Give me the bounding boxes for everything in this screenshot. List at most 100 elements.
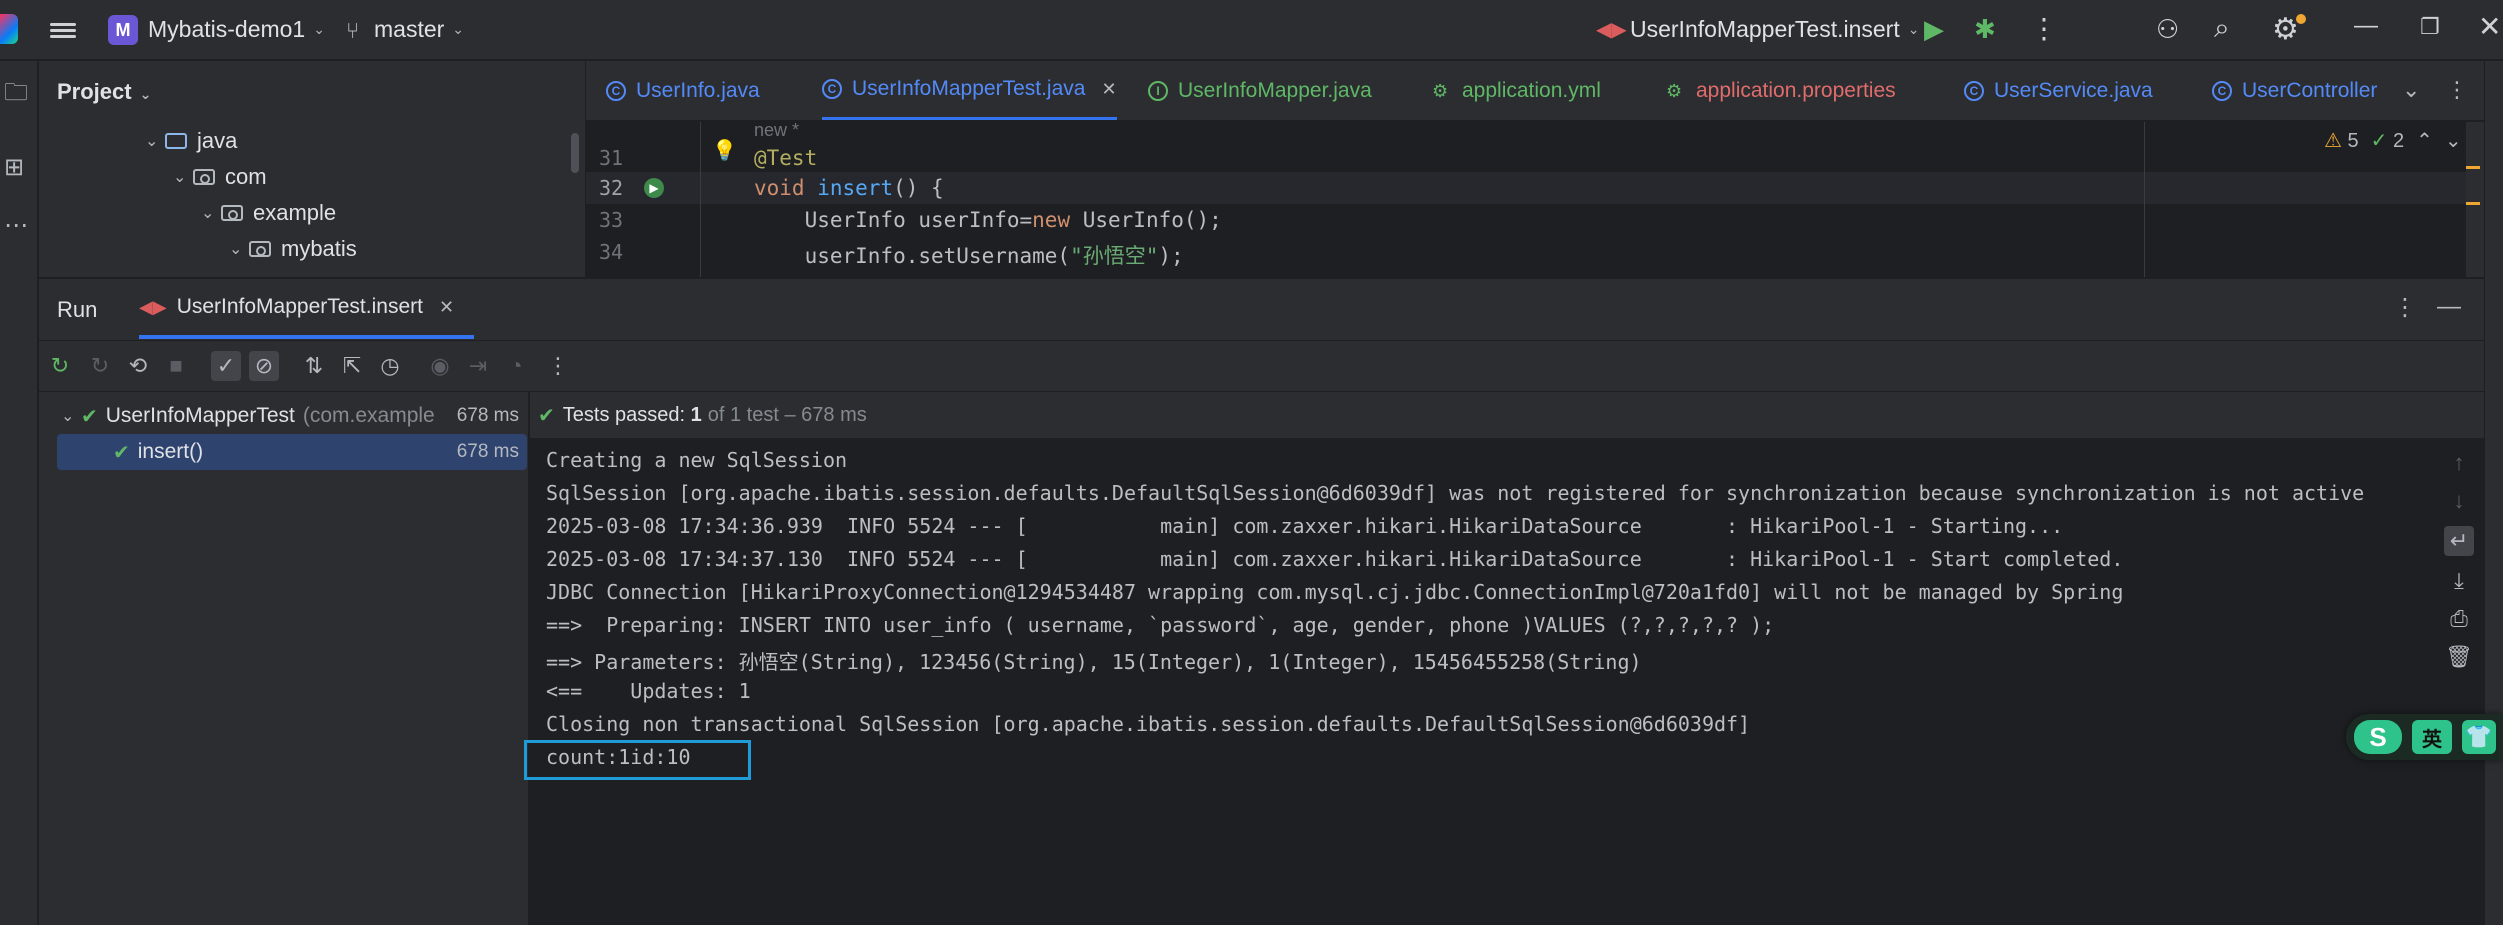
- main-menu-icon[interactable]: [50, 18, 80, 42]
- tab-application-properties[interactable]: ⚙ application.properties: [1666, 61, 1896, 120]
- arrow-down-icon[interactable]: ↓: [2444, 486, 2474, 516]
- history-icon[interactable]: ◷: [375, 351, 405, 381]
- run-test-gutter-icon[interactable]: ▶: [644, 178, 664, 198]
- tab-userinfomappertest-java[interactable]: C UserInfoMapperTest.java ✕: [822, 61, 1117, 120]
- ime-toolbar[interactable]: S 英 👕: [2346, 714, 2503, 760]
- package-icon: [193, 169, 215, 185]
- check-icon: ✓: [2370, 130, 2388, 152]
- console-line: 2025-03-08 17:34:37.130 INFO 5524 --- [ …: [546, 547, 2124, 571]
- toggle-auto-test-icon[interactable]: ⟲: [123, 351, 153, 381]
- stop-icon[interactable]: ■: [161, 351, 191, 381]
- show-passed-icon[interactable]: ✓: [211, 351, 241, 381]
- code-line: @Test: [754, 146, 818, 170]
- hide-panel-icon[interactable]: —: [2437, 293, 2461, 321]
- test-class-row[interactable]: ⌄ ✔ UserInfoMapperTest (com.example 678 …: [57, 398, 527, 434]
- run-icon[interactable]: ▶: [1924, 14, 1944, 45]
- more-tools-icon[interactable]: ⋯: [4, 211, 28, 240]
- console-line: Creating a new SqlSession: [546, 448, 848, 472]
- coverage-icon[interactable]: ◔: [501, 351, 531, 381]
- tree-item-java[interactable]: ⌄ java: [145, 123, 237, 159]
- scroll-to-end-icon[interactable]: ⤓: [2444, 566, 2474, 596]
- check-icon: ✔: [113, 441, 130, 464]
- project-scrollbar[interactable]: [571, 133, 579, 173]
- more-icon[interactable]: ⋮: [2393, 293, 2417, 322]
- trash-icon[interactable]: 🗑: [2444, 642, 2474, 672]
- check-icon: ✔: [538, 404, 555, 427]
- branch-selector[interactable]: master ⌄: [374, 16, 464, 43]
- project-panel-title[interactable]: Project ⌄: [57, 79, 151, 105]
- code-editor[interactable]: new * 💡 ▶ 31 32 33 34 @Test void insert(…: [586, 122, 2484, 277]
- warning-icon: ⚠: [2324, 130, 2342, 152]
- collapse-icon[interactable]: ⇱: [337, 351, 367, 381]
- sogou-logo-icon[interactable]: S: [2354, 720, 2402, 754]
- lightbulb-icon[interactable]: 💡: [712, 138, 737, 163]
- print-icon[interactable]: ⎙: [2444, 604, 2474, 634]
- restore-icon[interactable]: ❐: [2420, 14, 2440, 40]
- debug-icon[interactable]: ✱: [1974, 14, 1996, 45]
- tree-item-mybatis[interactable]: ⌄ mybatis: [229, 231, 357, 267]
- ime-skin-icon[interactable]: 👕: [2462, 720, 2496, 754]
- rerun-failed-icon[interactable]: ↻: [85, 351, 115, 381]
- structure-icon[interactable]: ⊞: [4, 153, 24, 182]
- console-line: ==> Preparing: INSERT INTO user_info ( u…: [546, 613, 1775, 637]
- code-with-me-icon[interactable]: ⚇: [2156, 14, 2179, 45]
- code-line: void insert() {: [754, 176, 944, 200]
- branch-name: master: [374, 16, 445, 42]
- chevron-down-icon: ⌄: [452, 21, 465, 37]
- console-side-toolbar: ↑ ↓ ↵ ⤓ ⎙ 🗑: [2430, 438, 2484, 925]
- git-branch-icon: ⑂: [346, 18, 360, 43]
- chevron-down-icon: ⌄: [173, 169, 187, 186]
- package-icon: [221, 205, 243, 221]
- chevron-down-icon: ⌄: [229, 241, 243, 258]
- show-ignored-icon[interactable]: ⊘: [249, 351, 279, 381]
- class-icon: C: [822, 79, 842, 99]
- project-name: Mybatis-demo1: [148, 16, 306, 42]
- chevron-up-icon[interactable]: ⌃: [2416, 128, 2433, 153]
- run-tool-header: Run ◀▶ UserInfoMapperTest.insert ✕ ⋮ —: [39, 278, 2484, 340]
- import-icon[interactable]: ⇥: [463, 351, 493, 381]
- close-icon[interactable]: ✕: [2478, 10, 2501, 43]
- folder-icon[interactable]: 🗀: [4, 75, 28, 116]
- close-tab-icon[interactable]: ✕: [439, 297, 454, 318]
- screenshot-icon[interactable]: ◉: [425, 351, 455, 381]
- check-icon: ✔: [81, 405, 98, 428]
- tabs-dropdown-icon[interactable]: ⌄: [2402, 77, 2420, 103]
- more-icon[interactable]: ⋮: [2030, 12, 2058, 45]
- tab-application-yml[interactable]: ⚙ application.yml: [1432, 61, 1601, 120]
- arrow-up-icon[interactable]: ↑: [2444, 448, 2474, 478]
- line-number: 31: [598, 146, 624, 170]
- notification-dot: [2296, 14, 2306, 24]
- junit-icon: ◀▶: [139, 296, 167, 317]
- close-tab-icon[interactable]: ✕: [1101, 79, 1116, 100]
- gear-icon[interactable]: ⚙: [2272, 12, 2299, 47]
- ime-language-toggle[interactable]: 英: [2412, 720, 2452, 754]
- run-config-name: UserInfoMapperTest.insert: [1630, 16, 1900, 42]
- tab-userservice-java[interactable]: C UserService.java: [1964, 61, 2153, 120]
- editor-tabs: C UserInfo.java C UserInfoMapperTest.jav…: [586, 61, 2484, 121]
- minimize-icon[interactable]: —: [2354, 12, 2378, 40]
- chevron-down-icon[interactable]: ⌄: [2445, 128, 2462, 153]
- run-tab[interactable]: ◀▶ UserInfoMapperTest.insert ✕: [139, 279, 475, 339]
- sort-icon[interactable]: ⇅: [299, 351, 329, 381]
- run-title: Run: [57, 297, 98, 322]
- tree-item-com[interactable]: ⌄ com: [173, 159, 267, 195]
- search-icon[interactable]: ⌕: [2214, 12, 2230, 45]
- project-selector[interactable]: Mybatis-demo1 ⌄: [148, 16, 325, 43]
- console-output[interactable]: ✔ Tests passed: 1 of 1 test – 678 ms Cre…: [530, 392, 2484, 925]
- tree-item-example[interactable]: ⌄ example: [201, 195, 336, 231]
- tab-userinfo-java[interactable]: C UserInfo.java: [606, 61, 760, 120]
- soft-wrap-icon[interactable]: ↵: [2444, 526, 2474, 556]
- config-icon: ⚙: [1666, 81, 1683, 101]
- tab-userinfomapper-java[interactable]: I UserInfoMapper.java: [1148, 61, 1372, 120]
- rerun-icon[interactable]: ↻: [45, 351, 75, 381]
- more-icon[interactable]: ⋮: [2446, 77, 2468, 103]
- run-config-selector[interactable]: UserInfoMapperTest.insert ⌄: [1630, 16, 1919, 43]
- test-method-row[interactable]: ✔ insert() 678 ms: [57, 434, 527, 470]
- editor-scrollbar[interactable]: [2466, 122, 2484, 277]
- right-tool-strip: [2484, 61, 2503, 925]
- tab-usercontroller[interactable]: C UserController: [2212, 61, 2377, 120]
- more-icon[interactable]: ⋮: [543, 351, 573, 381]
- inspection-widget[interactable]: ⚠ 5 ✓ 2 ⌃ ⌄: [2324, 128, 2462, 153]
- ide-logo-icon: [0, 14, 18, 44]
- package-icon: [249, 241, 271, 257]
